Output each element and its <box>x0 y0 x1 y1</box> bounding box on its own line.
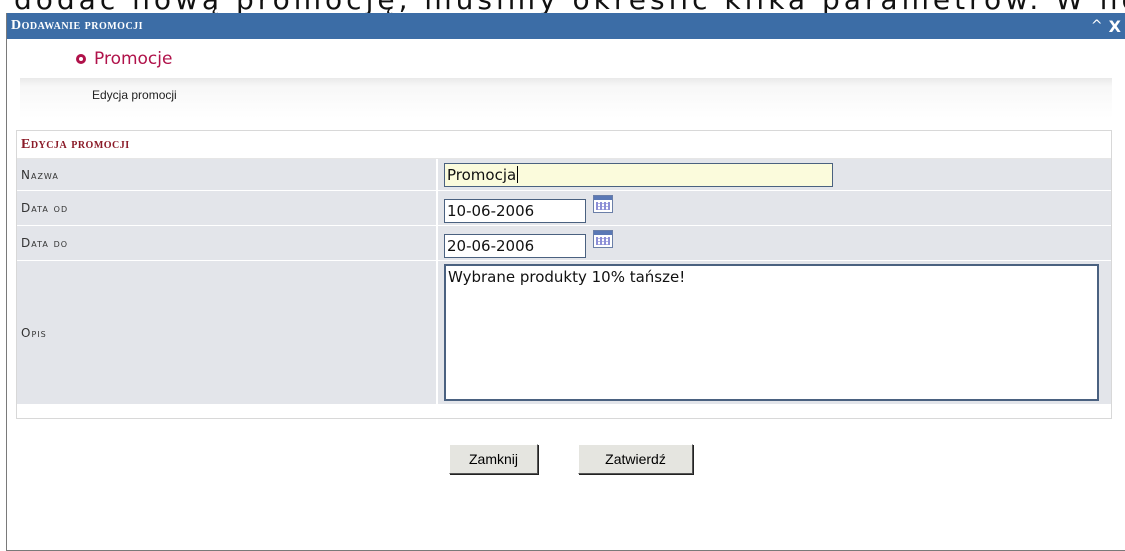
description-textarea[interactable]: Wybrane produkty 10% tańsze! <box>444 264 1099 401</box>
date-from-label: Data od <box>17 191 436 225</box>
description-cell: Wybrane produkty 10% tańsze! <box>438 261 1111 404</box>
page-subtitle: Edycja promocji <box>92 88 177 102</box>
module-header: Promocje <box>76 49 172 69</box>
dialog-titlebar[interactable]: Dodawanie promocji ^ X <box>7 13 1125 39</box>
subtitle-band <box>20 78 1112 118</box>
form-row-date-from: Data od 10-06-2006 <box>17 191 1111 226</box>
date-to-value: 20-06-2006 <box>447 237 535 255</box>
promotion-form: Edycja promocji Nazwa Promocja Data od 1… <box>16 130 1112 419</box>
description-label: Opis <box>17 261 436 404</box>
window-controls: ^ X <box>1091 17 1121 36</box>
form-row-description: Opis Wybrane produkty 10% tańsze! <box>17 261 1111 405</box>
dialog-title: Dodawanie promocji <box>11 18 144 33</box>
name-cell: Promocja <box>438 159 1111 190</box>
date-to-input[interactable]: 20-06-2006 <box>444 234 586 258</box>
submit-button[interactable]: Zatwierdź <box>578 444 693 474</box>
text-caret <box>517 166 519 183</box>
name-input[interactable]: Promocja <box>444 162 833 187</box>
name-label: Nazwa <box>17 159 436 190</box>
form-section-title: Edycja promocji <box>17 131 1111 159</box>
date-to-cell: 20-06-2006 <box>438 226 1111 260</box>
close-icon[interactable]: X <box>1109 17 1121 36</box>
close-button[interactable]: Zamknij <box>449 444 538 474</box>
calendar-icon[interactable] <box>593 195 613 213</box>
date-from-input[interactable]: 10-06-2006 <box>444 199 586 223</box>
bullet-icon <box>76 54 86 64</box>
calendar-icon[interactable] <box>593 230 613 248</box>
form-row-name: Nazwa Promocja <box>17 159 1111 191</box>
form-row-date-to: Data do 20-06-2006 <box>17 226 1111 261</box>
date-from-cell: 10-06-2006 <box>438 191 1111 225</box>
module-title: Promocje <box>94 49 173 69</box>
minimize-icon[interactable]: ^ <box>1091 18 1103 34</box>
date-to-label: Data do <box>17 226 436 260</box>
date-from-value: 10-06-2006 <box>447 202 535 220</box>
name-input-value: Promocja <box>447 165 517 184</box>
